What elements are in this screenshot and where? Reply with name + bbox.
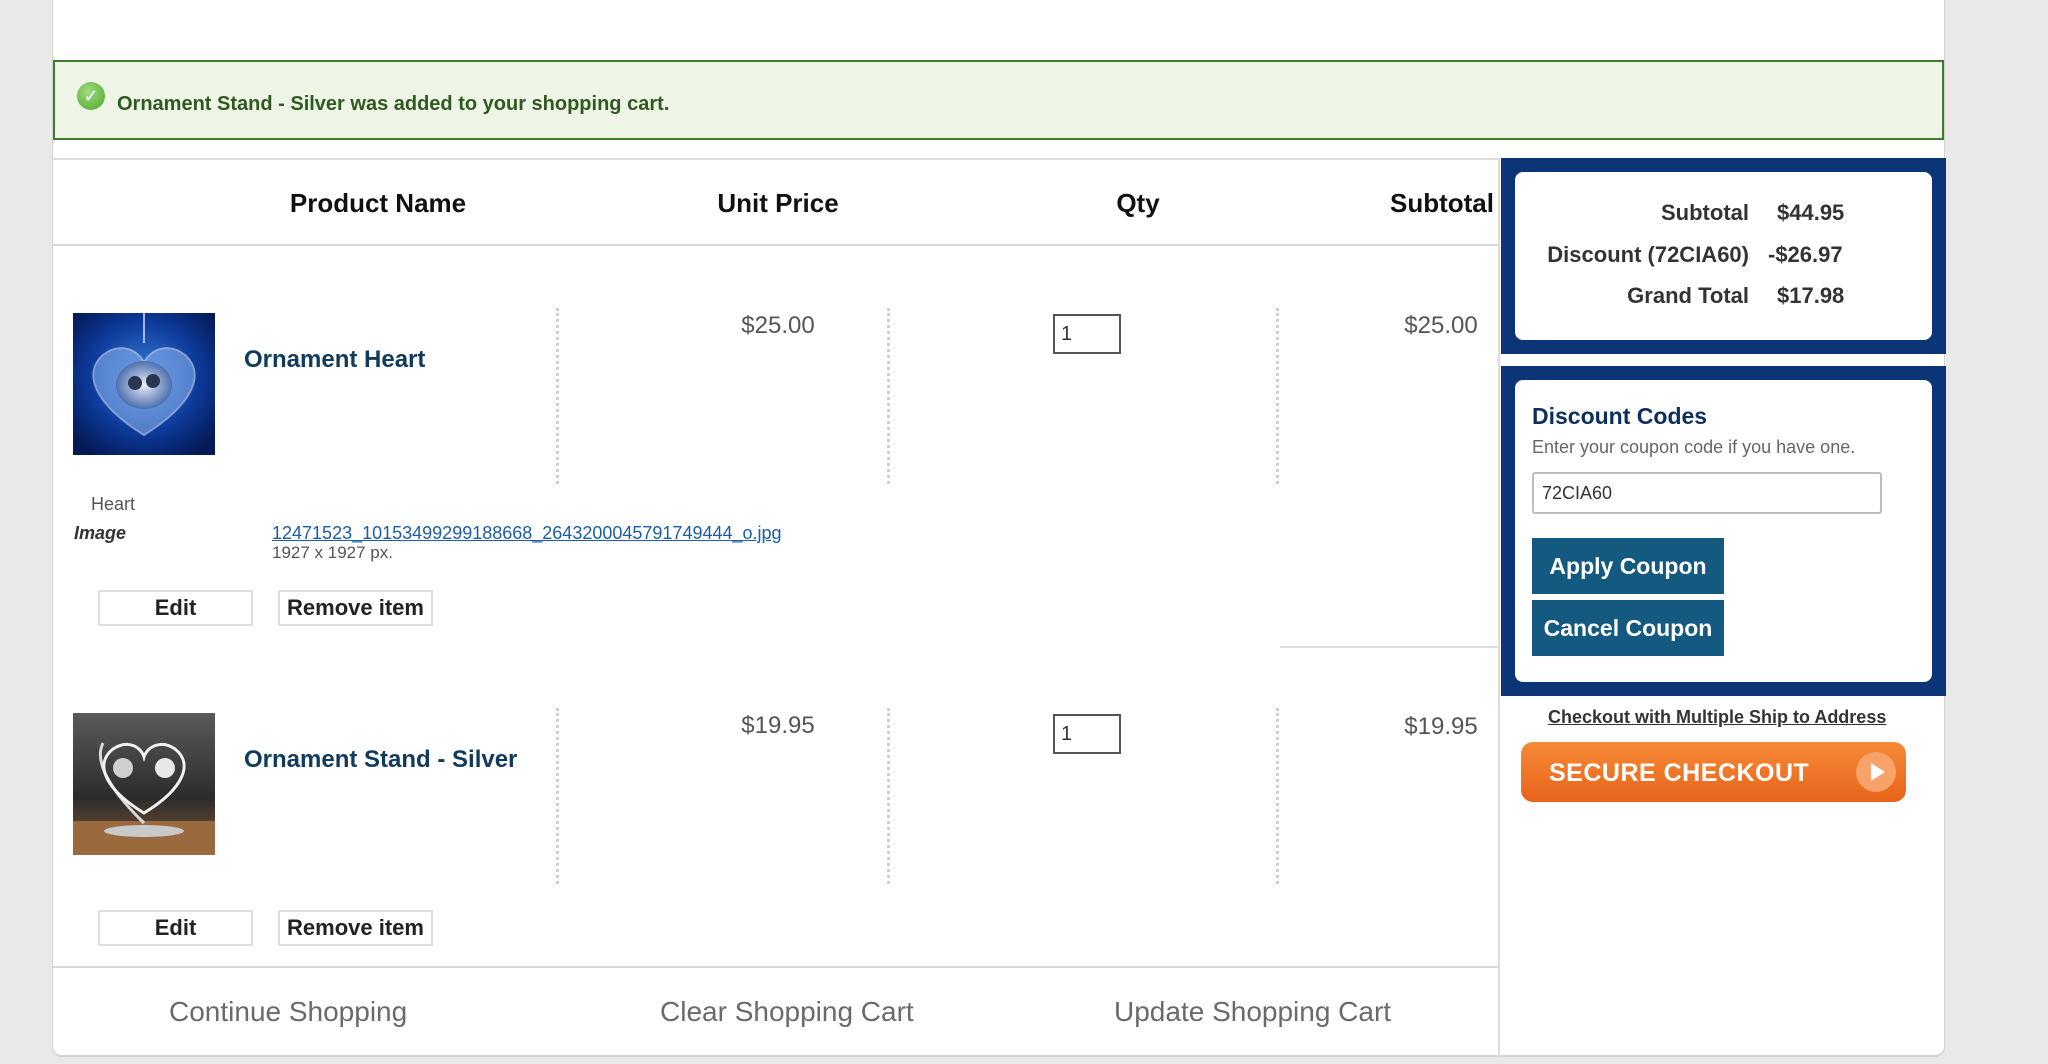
coupon-code-input[interactable] [1532,472,1882,514]
remove-item-button[interactable]: Remove item [278,910,433,946]
update-cart-link[interactable]: Update Shopping Cart [1114,996,1391,1028]
discount-label: Discount (72CIA60) [1547,242,1749,267]
header-unit-price: Unit Price [717,188,839,218]
apply-coupon-button[interactable]: Apply Coupon [1532,538,1724,594]
row-subtotal: $19.95 [1404,713,1478,740]
discount-panel: Discount Codes Enter your coupon code if… [1501,366,1946,696]
edit-button[interactable]: Edit [98,910,253,946]
clear-cart-link[interactable]: Clear Shopping Cart [660,996,914,1028]
subtotal-value: $44.95 [1777,200,1845,225]
image-file-link[interactable]: 12471523_10153499299188668_2643200045791… [272,523,782,544]
play-arrow-icon [1856,752,1896,792]
secure-checkout-label: SECURE CHECKOUT [1549,759,1810,787]
column-divider [556,308,559,484]
page-container: ✓ Ornament Stand - Silver was added to y… [52,0,1946,1057]
discount-card: Discount Codes Enter your coupon code if… [1515,380,1932,682]
option-label: Image [74,523,127,543]
ornament-stand-thumbnail[interactable] [73,713,215,855]
success-notice: ✓ Ornament Stand - Silver was added to y… [53,60,1944,140]
product-name-ornament-stand[interactable]: Ornament Stand - Silver [244,746,517,774]
edit-button[interactable]: Edit [98,590,253,626]
header-qty: Qty [1116,188,1160,218]
subtotal-label: Subtotal [1661,200,1749,225]
unit-price: $25.00 [741,312,815,339]
discount-title: Discount Codes [1532,403,1708,429]
column-divider [556,708,559,884]
unit-price: $19.95 [741,712,815,739]
cart-table: Product Name Unit Price Qty Subtotal Orn… [53,158,1500,1057]
column-divider [1276,708,1279,884]
table-header: Product Name Unit Price Qty Subtotal [53,160,1498,246]
grand-total-value: $17.98 [1777,283,1845,308]
qty-input[interactable] [1053,314,1121,354]
discount-value: -$26.97 [1768,242,1843,267]
remove-item-button[interactable]: Remove item [278,590,433,626]
qty-input[interactable] [1053,714,1121,754]
grand-total-label: Grand Total [1627,283,1749,308]
row-divider [1280,646,1500,648]
column-divider [887,308,890,484]
secure-checkout-button[interactable]: SECURE CHECKOUT [1521,742,1906,802]
column-divider [887,708,890,884]
continue-shopping-link[interactable]: Continue Shopping [169,996,407,1028]
totals-panel: Subtotal $44.95 Discount (72CIA60) -$26.… [1501,158,1946,354]
discount-subtitle: Enter your coupon code if you have one. [1532,437,1856,457]
image-dimensions: 1927 x 1927 px. [272,543,393,562]
cancel-coupon-button[interactable]: Cancel Coupon [1532,600,1724,656]
product-name-ornament-heart[interactable]: Ornament Heart [244,346,425,374]
cart-actions: Continue Shopping Clear Shopping Cart Up… [53,966,1498,1059]
option-value: Heart [91,494,136,514]
totals-card: Subtotal $44.95 Discount (72CIA60) -$26.… [1515,172,1932,340]
header-product: Product Name [289,188,467,218]
notice-message: Ornament Stand - Silver was added to you… [117,93,670,115]
column-divider [1276,308,1279,484]
ornament-heart-thumbnail[interactable] [73,313,215,455]
check-circle-icon: ✓ [77,82,105,110]
multi-ship-checkout-link[interactable]: Checkout with Multiple Ship to Address [1548,707,1886,728]
